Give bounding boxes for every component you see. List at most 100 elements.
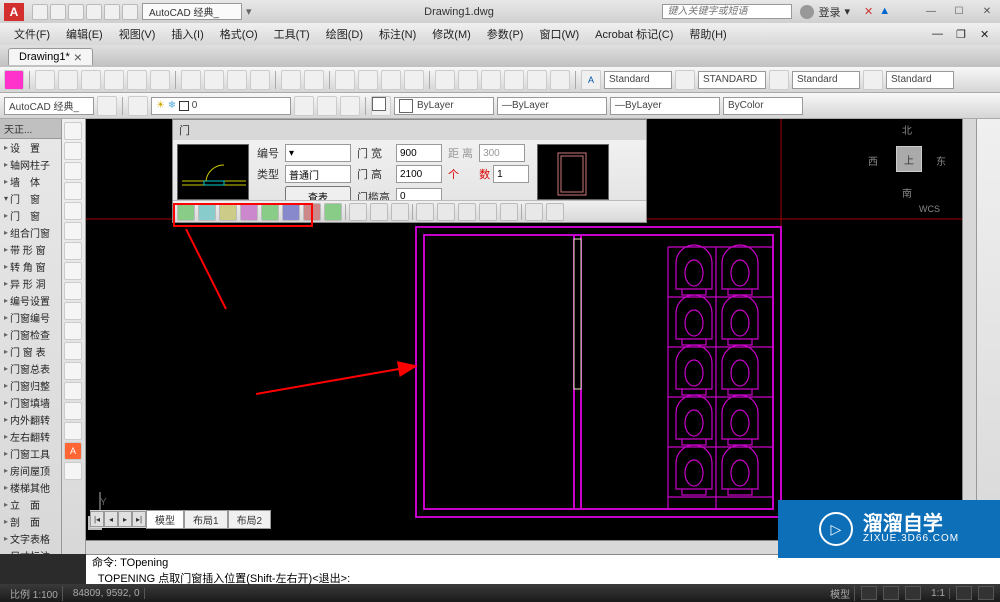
layer-iso-icon[interactable] <box>317 96 337 116</box>
tree-room[interactable]: 房间屋顶 <box>0 462 61 479</box>
tree-axis[interactable]: 轴网柱子 <box>0 156 61 173</box>
layout-model[interactable]: 模型 <box>146 510 184 529</box>
menu-format[interactable]: 格式(O) <box>212 26 266 42</box>
lineweight-combo[interactable]: — ByLayer <box>610 97 720 115</box>
tree-dw-fill[interactable]: 门窗填墙 <box>0 394 61 411</box>
viewcube-wcs[interactable]: WCS <box>919 204 940 214</box>
tool-properties-icon[interactable] <box>435 70 455 90</box>
tool-redo-icon[interactable] <box>304 70 324 90</box>
mdi-close-button[interactable]: ✕ <box>972 28 994 41</box>
gradient-icon[interactable] <box>64 462 82 480</box>
help-icon[interactable]: ▲ <box>879 5 890 18</box>
plotstyle-combo[interactable]: ByColor <box>723 97 803 115</box>
tree-dw-num[interactable]: 门窗编号 <box>0 309 61 326</box>
tool-undo-icon[interactable] <box>281 70 301 90</box>
linetype-combo[interactable]: — ByLayer <box>497 97 607 115</box>
tool-cut-icon[interactable] <box>181 70 201 90</box>
fld-height[interactable]: 2100 <box>396 165 442 183</box>
dt-4[interactable] <box>240 203 258 221</box>
layout-nav-next[interactable]: ▸ <box>118 511 132 527</box>
command-line[interactable]: 命令: TOpening TOPENING 点取门窗插入位置(Shift-左右开… <box>86 554 1000 584</box>
point-icon[interactable] <box>64 362 82 380</box>
fld-count[interactable]: 1 <box>493 165 529 183</box>
dt-3[interactable] <box>219 203 237 221</box>
layout-nav-first[interactable]: |◂ <box>90 511 104 527</box>
tree-dw-table[interactable]: 门 窗 表 <box>0 343 61 360</box>
file-tab[interactable]: Drawing1* × <box>8 48 93 65</box>
drawing-canvas[interactable]: 北 南 东 西 上 WCS Y X 门 编号 ▾ 门 宽 <box>86 119 976 554</box>
tool-zoomwin-icon[interactable] <box>381 70 401 90</box>
textstyle-combo[interactable]: Standard <box>604 71 672 89</box>
tool-zoom-icon[interactable] <box>358 70 378 90</box>
viewcube-south[interactable]: 南 <box>902 185 912 200</box>
maximize-button[interactable]: ☐ <box>946 4 972 20</box>
menu-file[interactable]: 文件(F) <box>6 26 58 42</box>
tree-doorwin2[interactable]: 门 窗 <box>0 207 61 224</box>
fld-number[interactable]: ▾ <box>285 144 351 162</box>
status-snap-icon[interactable] <box>883 586 899 600</box>
close-tab-icon[interactable]: × <box>74 52 82 62</box>
polygon-icon[interactable] <box>64 222 82 240</box>
region-icon[interactable] <box>64 382 82 400</box>
color-btn[interactable] <box>371 96 391 116</box>
tree-elev[interactable]: 立 面 <box>0 496 61 513</box>
tree-dim[interactable]: 尺寸标注 <box>0 547 61 554</box>
viewcube-north[interactable]: 北 <box>902 122 912 137</box>
qat-undo-icon[interactable] <box>86 4 102 20</box>
viewcube-top[interactable]: 上 <box>896 146 922 172</box>
layout-2[interactable]: 布局2 <box>228 510 272 529</box>
dt-10[interactable] <box>370 203 388 221</box>
dt-2[interactable] <box>198 203 216 221</box>
qat-redo-icon[interactable] <box>104 4 120 20</box>
tool-open-icon[interactable] <box>58 70 78 90</box>
menu-draw[interactable]: 绘图(D) <box>318 26 371 42</box>
block-icon[interactable] <box>64 402 82 420</box>
tool-publish-icon[interactable] <box>150 70 170 90</box>
status-ortho-icon[interactable] <box>905 586 921 600</box>
menu-acrobat[interactable]: Acrobat 标记(C) <box>587 26 681 42</box>
dt-17[interactable] <box>525 203 543 221</box>
tree-wall[interactable]: 墙 体 <box>0 173 61 190</box>
viewcube-west[interactable]: 西 <box>868 153 878 168</box>
dt-7[interactable] <box>303 203 321 221</box>
line-icon[interactable] <box>64 122 82 140</box>
dt-18[interactable] <box>546 203 564 221</box>
lbl-type[interactable]: 类型 <box>257 166 279 182</box>
mtext-icon[interactable] <box>64 322 82 340</box>
door-plan-preview[interactable] <box>177 144 249 200</box>
qat-open-icon[interactable] <box>50 4 66 20</box>
tool-pan-icon[interactable] <box>335 70 355 90</box>
qat-print-icon[interactable] <box>122 4 138 20</box>
mleaderstyle-btn[interactable] <box>863 70 883 90</box>
menu-help[interactable]: 帮助(H) <box>681 26 734 42</box>
dt-9[interactable] <box>349 203 367 221</box>
layer-manager-icon[interactable] <box>128 96 148 116</box>
layout-1[interactable]: 布局1 <box>184 510 228 529</box>
tool-preview-icon[interactable] <box>127 70 147 90</box>
layer-prev-icon[interactable] <box>294 96 314 116</box>
layer-state-icon[interactable] <box>340 96 360 116</box>
tree-dw-arrange[interactable]: 门窗归整 <box>0 377 61 394</box>
spline-icon[interactable] <box>64 262 82 280</box>
exchange-icon[interactable]: ✕ <box>864 5 873 18</box>
tree-strip-win[interactable]: 带 形 窗 <box>0 241 61 258</box>
dt-16[interactable] <box>500 203 518 221</box>
qat-new-icon[interactable] <box>32 4 48 20</box>
status-gear-icon[interactable] <box>978 586 994 600</box>
workspace-combo[interactable]: AutoCAD 经典_ <box>142 3 242 20</box>
status-ratio[interactable]: 1:1 <box>927 588 950 599</box>
tree-section[interactable]: 剖 面 <box>0 513 61 530</box>
status-model[interactable]: 模型 <box>826 586 855 601</box>
menu-parametric[interactable]: 参数(P) <box>479 26 532 42</box>
tree-text[interactable]: 文字表格 <box>0 530 61 547</box>
pline-icon[interactable] <box>64 142 82 160</box>
tree-odd-hole[interactable]: 异 形 洞 <box>0 275 61 292</box>
menu-tools[interactable]: 工具(T) <box>266 26 318 42</box>
mdi-restore-button[interactable]: ❐ <box>948 28 970 41</box>
arc-icon[interactable] <box>64 182 82 200</box>
menu-insert[interactable]: 插入(I) <box>163 26 211 42</box>
tool-plot-icon[interactable] <box>104 70 124 90</box>
tree-corner-win[interactable]: 转 角 窗 <box>0 258 61 275</box>
insert-icon[interactable] <box>64 422 82 440</box>
tree-dw-tools[interactable]: 门窗工具 <box>0 445 61 462</box>
